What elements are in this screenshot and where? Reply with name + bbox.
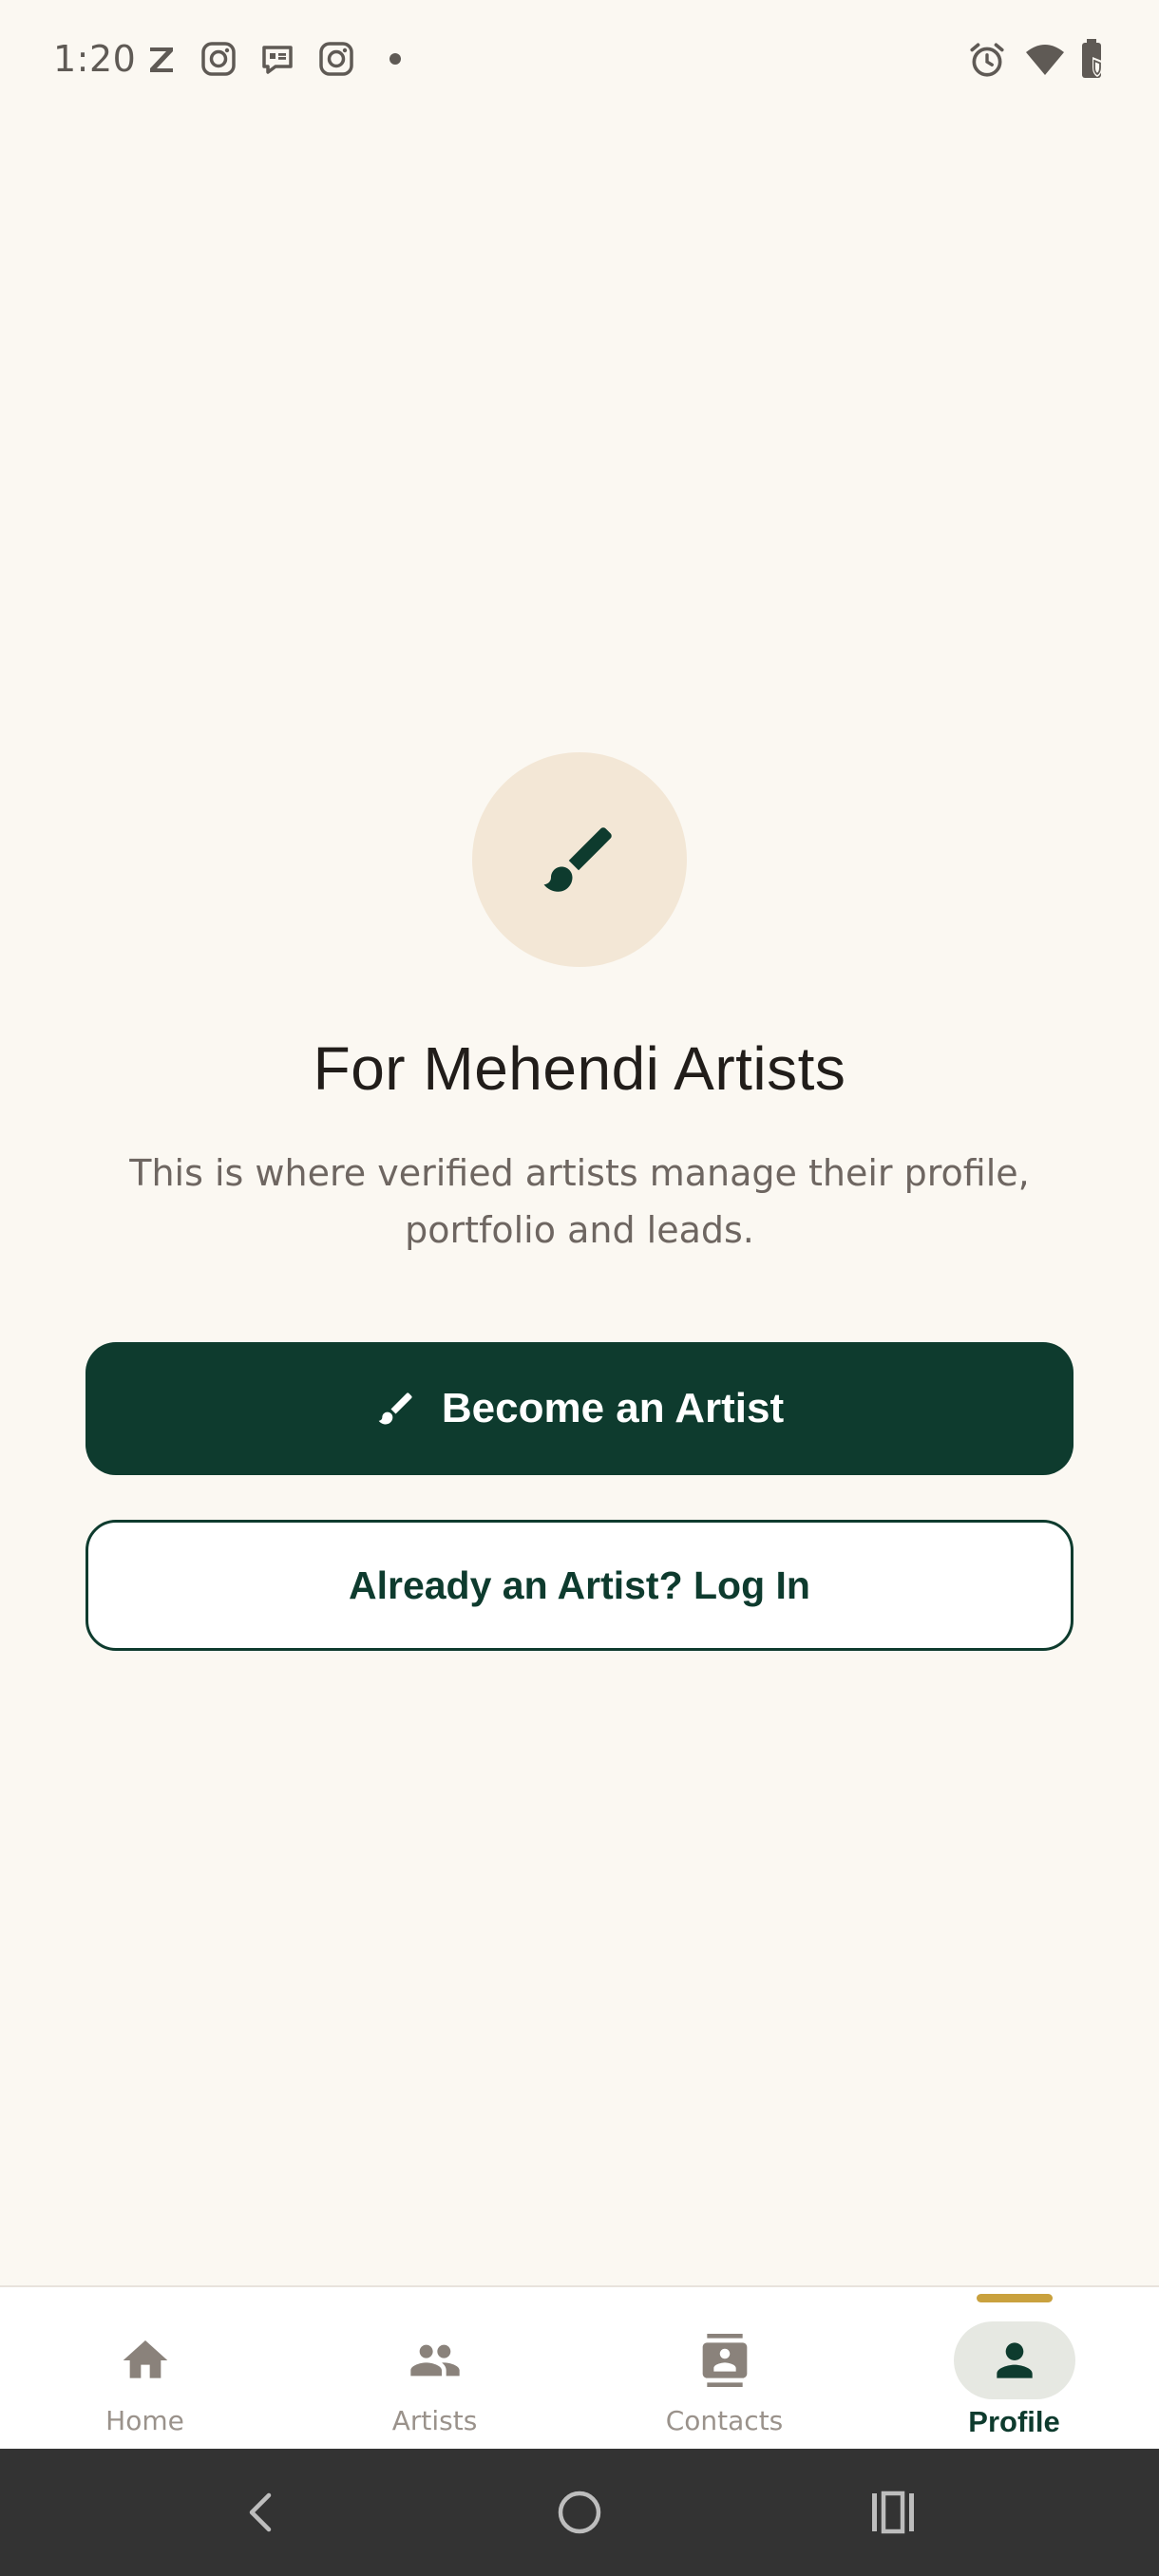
page-title: For Mehendi Artists — [313, 1034, 846, 1103]
artist-login-label: Already an Artist? Log In — [349, 1563, 810, 1607]
status-bar: 1:20 — [0, 0, 1159, 118]
home-circle-icon[interactable] — [555, 2488, 604, 2537]
become-artist-button[interactable]: Become an Artist — [86, 1342, 1074, 1475]
contacts-icon — [702, 2334, 747, 2387]
become-artist-label: Become an Artist — [441, 1385, 785, 1431]
active-tab-indicator — [977, 2294, 1053, 2302]
nav-icon-container — [953, 2321, 1075, 2399]
nav-label-profile: Profile — [968, 2405, 1060, 2438]
instagram-icon — [201, 42, 236, 76]
z-app-icon — [150, 47, 173, 72]
wifi-icon — [1026, 45, 1064, 75]
nav-item-artists[interactable]: Artists — [290, 2287, 580, 2449]
back-icon[interactable] — [238, 2488, 287, 2537]
person-icon — [996, 2342, 1033, 2378]
home-icon — [123, 2340, 167, 2378]
nav-icon-container — [85, 2321, 206, 2399]
alarm-icon — [970, 43, 1004, 77]
artist-login-button[interactable]: Already an Artist? Log In — [86, 1520, 1074, 1651]
hero-icon-circle — [472, 752, 687, 967]
nav-label-artists: Artists — [391, 2405, 478, 2436]
nav-label-contacts: Contacts — [665, 2405, 784, 2436]
people-icon — [409, 2344, 460, 2377]
page-subtitle: This is where verified artists manage th… — [129, 1152, 1030, 1251]
nav-item-profile[interactable]: Profile — [869, 2287, 1159, 2449]
dot-icon — [390, 53, 401, 65]
instagram-icon — [319, 42, 353, 76]
nav-label-home: Home — [105, 2405, 184, 2436]
paintbrush-icon — [543, 827, 612, 892]
bottom-navigation: Home Artists Contacts Profile — [0, 2285, 1159, 2449]
nav-item-contacts[interactable]: Contacts — [580, 2287, 869, 2449]
system-navigation-bar — [0, 2449, 1159, 2576]
paintbrush-icon — [378, 1392, 412, 1425]
nav-icon-container — [374, 2321, 496, 2399]
message-icon — [262, 46, 293, 74]
status-time: 1:20 — [53, 38, 137, 80]
nav-icon-container — [664, 2321, 786, 2399]
battery-icon — [1082, 39, 1102, 78]
nav-item-home[interactable]: Home — [0, 2287, 290, 2449]
recents-icon[interactable] — [868, 2488, 918, 2537]
